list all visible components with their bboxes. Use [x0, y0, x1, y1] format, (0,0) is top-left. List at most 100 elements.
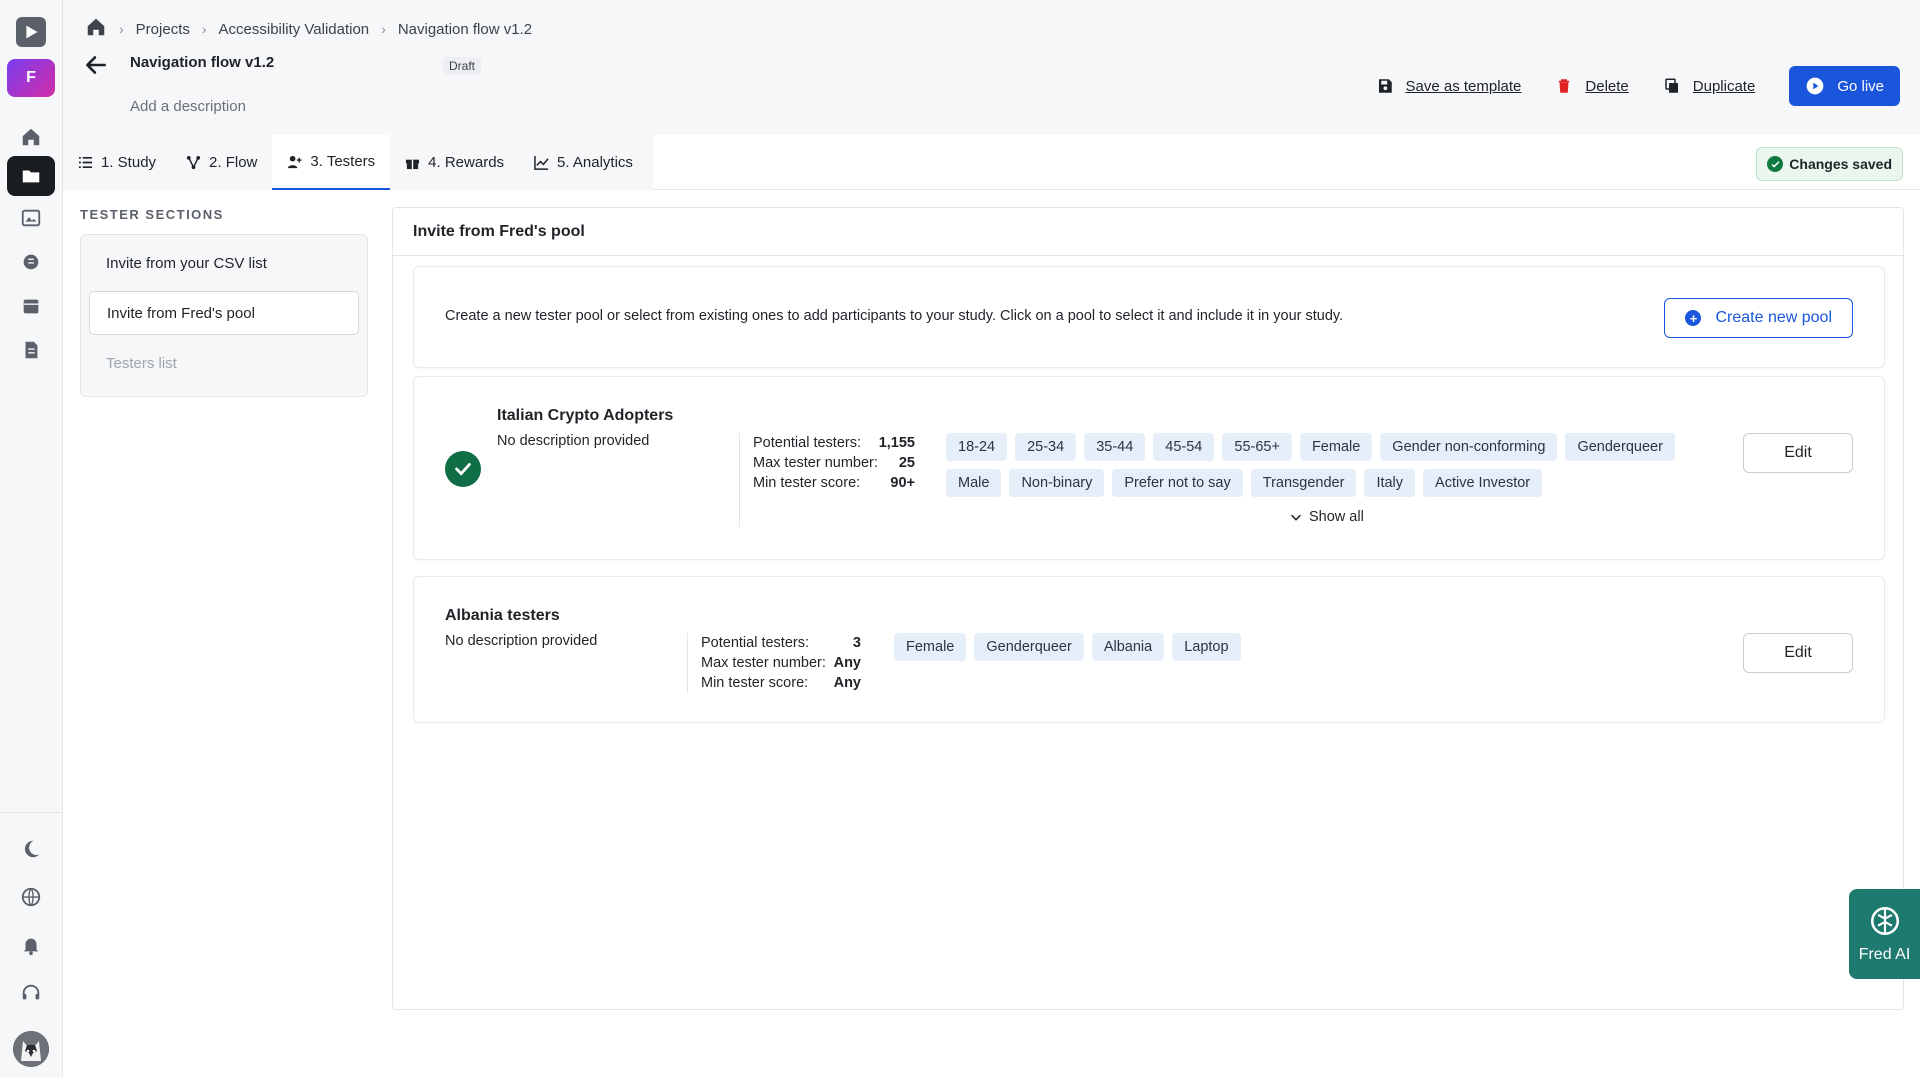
tester-sections-list: Invite from your CSV list Invite from Fr…: [80, 234, 368, 397]
app-logo[interactable]: [7, 12, 55, 52]
tag: Laptop: [1172, 633, 1241, 661]
stat-label: Min tester score:: [753, 475, 861, 491]
tag: Non-binary: [1009, 469, 1105, 497]
pool-tags: Female Genderqueer Albania Laptop: [894, 633, 1494, 661]
moon-icon[interactable]: [7, 829, 55, 869]
pool-card[interactable]: Italian Crypto Adopters No description p…: [413, 376, 1885, 560]
tab-study[interactable]: 1. Study: [63, 135, 171, 190]
min-score-value: 90+: [890, 475, 915, 491]
page-header: › Projects › Accessibility Validation › …: [63, 0, 1920, 135]
rail-divider: [0, 812, 63, 813]
delete-label: Delete: [1585, 77, 1629, 95]
back-arrow-icon[interactable]: [83, 52, 109, 78]
bell-icon[interactable]: [7, 925, 55, 965]
list-icon: [78, 156, 93, 169]
tab-testers[interactable]: 3. Testers: [272, 135, 391, 190]
header-actions: Save as template Delete Duplicate Go liv…: [1376, 66, 1900, 106]
show-all-label: Show all: [1309, 509, 1364, 525]
divider: [393, 255, 1903, 256]
tab-flow[interactable]: 2. Flow: [171, 135, 272, 190]
document-icon[interactable]: [7, 330, 55, 370]
breadcrumb-project[interactable]: Accessibility Validation: [219, 21, 370, 38]
changes-saved-label: Changes saved: [1789, 156, 1892, 172]
fred-ai-label: Fred AI: [1858, 946, 1911, 963]
tag: 35-44: [1084, 433, 1146, 461]
gallery-icon[interactable]: [7, 198, 55, 238]
pool-stats: Potential testers: 3 Max tester number: An…: [701, 633, 861, 693]
tab-label: 5. Analytics: [557, 154, 633, 171]
pool-card[interactable]: Albania testers No description provided …: [413, 576, 1885, 723]
panel-title: Invite from Fred's pool: [413, 223, 585, 240]
pool-name: Italian Crypto Adopters: [497, 407, 674, 424]
create-new-pool-button[interactable]: + Create new pool: [1664, 298, 1853, 338]
folder-icon[interactable]: [7, 156, 55, 196]
delete-button[interactable]: Delete: [1555, 77, 1629, 95]
tag: Transgender: [1250, 469, 1357, 497]
tab-analytics[interactable]: 5. Analytics: [519, 135, 648, 190]
breadcrumb-current: Navigation flow v1.2: [397, 20, 533, 38]
flow-icon: [186, 155, 201, 170]
tester-sections-title: TESTER SECTIONS: [80, 207, 224, 222]
min-score-value: Any: [833, 675, 861, 691]
stat-label: Max tester number:: [753, 455, 878, 471]
section-csv-list[interactable]: Invite from your CSV list: [89, 241, 359, 285]
go-live-button[interactable]: Go live: [1789, 66, 1900, 106]
chevron-down-icon: [1291, 514, 1301, 521]
edit-pool-button[interactable]: Edit: [1743, 633, 1853, 673]
section-fred-pool[interactable]: Invite from Fred's pool: [89, 291, 359, 335]
breadcrumb-projects[interactable]: Projects: [136, 21, 190, 38]
potential-testers-value: 3: [852, 635, 861, 651]
pool-name: Albania testers: [445, 607, 560, 624]
tag: Genderqueer: [974, 633, 1084, 661]
step-tabs: 1. Study 2. Flow 3. Testers 4. Rewards 5…: [63, 135, 1920, 190]
page-title[interactable]: Navigation flow v1.2: [130, 54, 274, 71]
check-circle-icon: [445, 451, 481, 487]
tag: Genderqueer: [1565, 433, 1675, 461]
section-testers-list[interactable]: Testers list: [89, 341, 359, 385]
workspace-switcher[interactable]: F: [7, 58, 55, 98]
tag: Female: [894, 633, 967, 661]
divider: [739, 433, 740, 527]
plus-circle-icon: +: [1685, 310, 1702, 326]
breadcrumb: › Projects › Accessibility Validation › …: [85, 16, 532, 42]
duplicate-button[interactable]: Duplicate: [1663, 77, 1755, 95]
show-all-toggle[interactable]: Show all: [1289, 509, 1364, 525]
save-as-template-button[interactable]: Save as template: [1376, 77, 1521, 95]
stat-label: Max tester number:: [701, 655, 826, 671]
status-badge: Draft: [443, 57, 482, 75]
tab-rewards[interactable]: 4. Rewards: [390, 135, 519, 190]
tag: Italy: [1364, 469, 1416, 497]
add-description-field[interactable]: Add a description: [130, 98, 246, 115]
brain-icon[interactable]: [7, 242, 55, 282]
tag: Male: [946, 469, 1002, 497]
potential-testers-value: 1,155: [878, 435, 915, 451]
stat-label: Min tester score:: [701, 675, 809, 691]
save-icon: [1378, 79, 1392, 93]
tag: Active Investor: [1423, 469, 1543, 497]
globe-icon[interactable]: [7, 877, 55, 917]
home-icon[interactable]: [7, 117, 55, 157]
tag: 25-34: [1015, 433, 1077, 461]
main-panel: Invite from Fred's pool Create a new tes…: [392, 207, 1904, 1010]
play-icon: [16, 17, 46, 47]
intro-text: Create a new tester pool or select from …: [445, 308, 1344, 324]
fred-ai-button[interactable]: Fred AI: [1849, 889, 1920, 979]
stat-label: Potential testers:: [753, 435, 861, 451]
tag: 55-65+: [1222, 433, 1292, 461]
pool-tags: 18-24 25-34 35-44 45-54 55-65+ Female Ge…: [946, 433, 1726, 497]
tag: 18-24: [946, 433, 1008, 461]
calendar-icon[interactable]: [7, 286, 55, 326]
avatar[interactable]: [13, 1031, 49, 1067]
intro-card: Create a new tester pool or select from …: [413, 266, 1885, 368]
changes-saved-badge: Changes saved: [1756, 147, 1903, 181]
chevron-right-icon: ›: [201, 21, 207, 37]
stat-label: Potential testers:: [701, 635, 809, 651]
tag: Prefer not to say: [1112, 469, 1243, 497]
play-circle-icon: [1806, 77, 1824, 95]
headset-icon[interactable]: [7, 973, 55, 1013]
home-icon[interactable]: [85, 16, 107, 42]
max-tester-value: Any: [833, 655, 861, 671]
user-plus-icon: [288, 155, 302, 169]
edit-pool-button[interactable]: Edit: [1743, 433, 1853, 473]
max-tester-value: 25: [898, 455, 915, 471]
